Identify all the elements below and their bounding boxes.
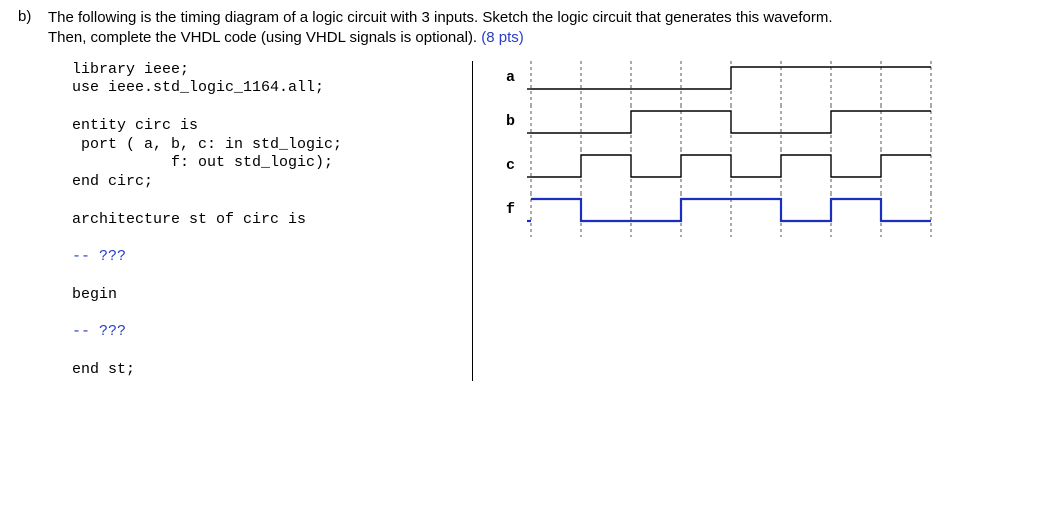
code-line: end st;: [72, 361, 135, 378]
wave-label-b: b: [499, 105, 521, 130]
vertical-divider: [472, 61, 473, 381]
wave-label-f: f: [499, 193, 521, 218]
code-line: port ( a, b, c: in std_logic;: [72, 136, 342, 153]
question-block: b) The following is the timing diagram o…: [18, 8, 1034, 49]
wave-label-c: c: [499, 149, 521, 174]
wave-row-f: f: [499, 193, 1034, 237]
question-line2: Then, complete the VHDL code (using VHDL…: [48, 29, 481, 46]
question-line1: The following is the timing diagram of a…: [48, 9, 833, 26]
question-label: b): [18, 8, 40, 49]
code-placeholder: -- ???: [72, 323, 126, 340]
code-line: f: out std_logic);: [72, 154, 333, 171]
wave-svg-c: [521, 149, 941, 193]
wave-row-a: a: [499, 61, 1034, 105]
wave-row-b: b: [499, 105, 1034, 149]
wave-svg-f: [521, 193, 941, 237]
code-line: use ieee.std_logic_1164.all;: [72, 79, 324, 96]
code-line: begin: [72, 286, 117, 303]
vhdl-code: library ieee; use ieee.std_logic_1164.al…: [72, 61, 462, 381]
wave-label-a: a: [499, 61, 521, 86]
timing-diagram: a b c f: [499, 61, 1034, 381]
main-content: library ieee; use ieee.std_logic_1164.al…: [72, 61, 1034, 381]
wave-row-c: c: [499, 149, 1034, 193]
code-placeholder: -- ???: [72, 248, 126, 265]
question-text: The following is the timing diagram of a…: [48, 8, 833, 49]
question-points: (8 pts): [481, 29, 524, 46]
wave-svg-a: [521, 61, 941, 105]
code-line: end circ;: [72, 173, 153, 190]
code-line: entity circ is: [72, 117, 198, 134]
code-line: library ieee;: [72, 61, 189, 78]
wave-svg-b: [521, 105, 941, 149]
code-line: architecture st of circ is: [72, 211, 306, 228]
